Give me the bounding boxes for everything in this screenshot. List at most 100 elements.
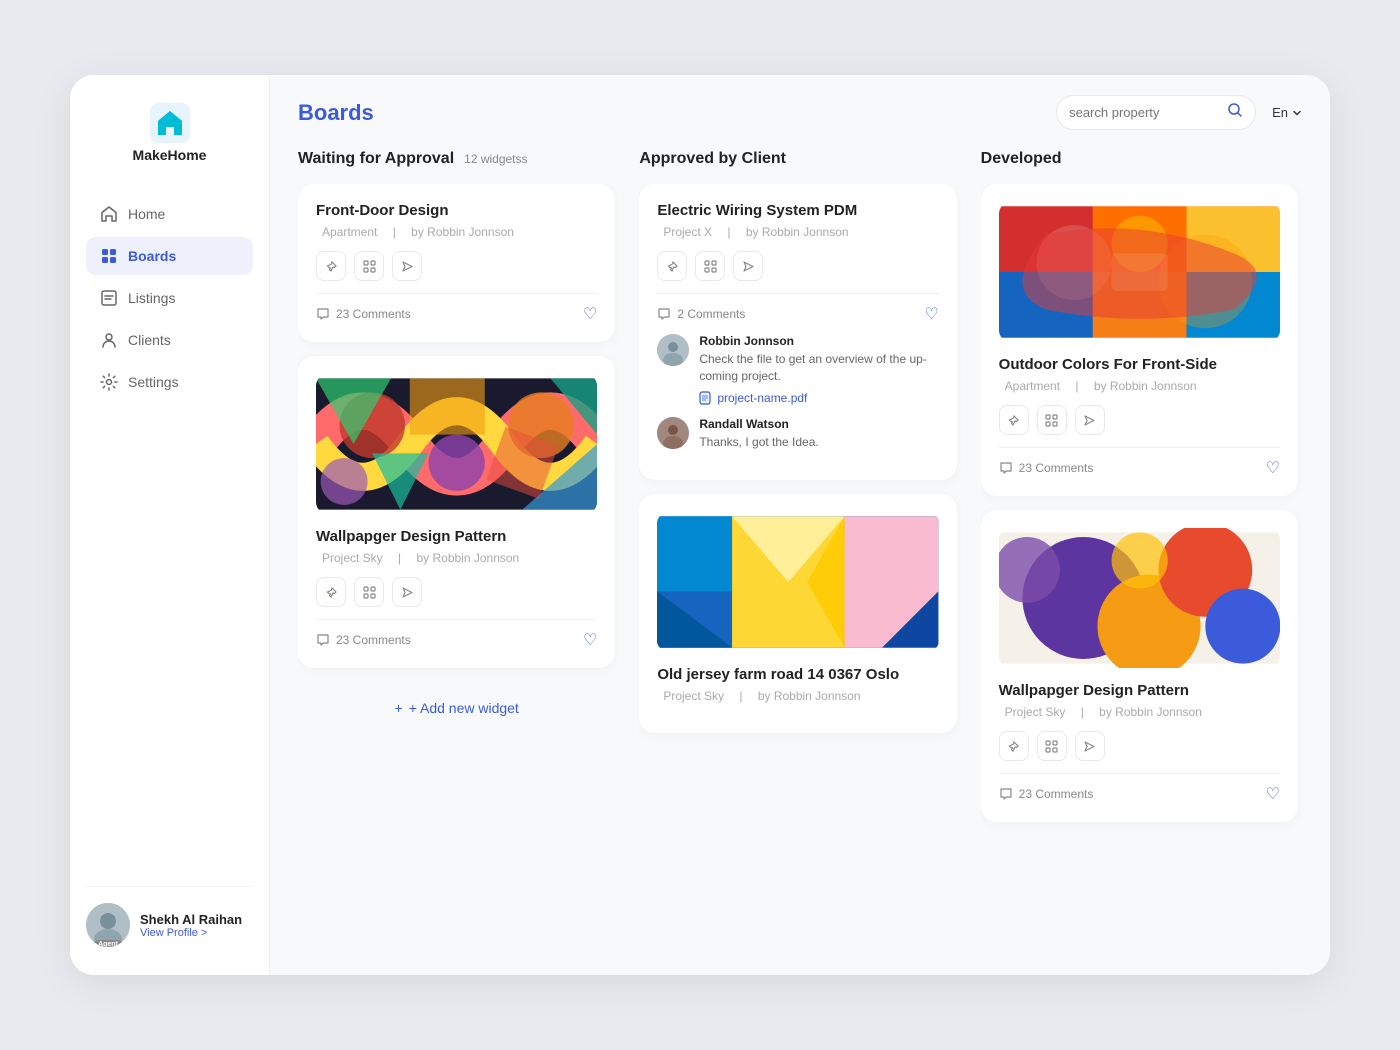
card-actions-5 [999,405,1280,435]
card-meta-6: Project Sky | by Robbin Jonnson [999,705,1280,719]
column-header-waiting: Waiting for Approval 12 widgetss [298,150,619,168]
card-comments-5: 23 Comments [999,461,1094,475]
card-image-6 [999,528,1280,668]
main-content: Boards En [270,75,1330,975]
nav-items: Home Boards [86,195,253,886]
sidebar-item-settings[interactable]: Settings [86,363,253,401]
thread-item-1: Robbin Jonnson Check the file to get an … [657,334,938,405]
card-comments-6: 23 Comments [999,787,1094,801]
heart-btn-6[interactable]: ♡ [1266,784,1280,804]
top-bar: Boards En [270,75,1330,150]
search-icon [1227,102,1243,123]
card-footer-6: 23 Comments ♡ [999,773,1280,804]
settings-icon [100,373,118,391]
language-label: En [1272,105,1288,120]
sidebar-item-boards[interactable]: Boards [86,237,253,275]
card-electric: Electric Wiring System PDM Project X | b… [639,184,956,480]
card-actions-2 [316,577,597,607]
pin-btn-2[interactable] [316,577,346,607]
card-outdoor: Outdoor Colors For Front-Side Apartment … [981,184,1298,496]
card-front-door: Front-Door Design Apartment | by Robbin … [298,184,615,342]
card-wallpaper-1: Wallpapger Design Pattern Project Sky | … [298,356,615,668]
pin-btn-3[interactable] [657,251,687,281]
column-developed: Developed [981,150,1302,955]
language-selector[interactable]: En [1272,105,1302,120]
boards-label: Boards [128,248,176,264]
app-container: MakeHome Home [70,75,1330,975]
column-cards-developed: Outdoor Colors For Front-Side Apartment … [981,184,1302,955]
agent-badge: Agent [94,940,122,947]
grid-btn-1[interactable] [354,251,384,281]
home-label: Home [128,206,165,222]
card-jersey: Old jersey farm road 14 0367 Oslo Projec… [639,494,956,733]
comment-icon [316,307,330,321]
heart-btn-1[interactable]: ♡ [583,304,597,324]
thread-avatar-1 [657,334,689,366]
send-btn-1[interactable] [392,251,422,281]
card-meta-1: Apartment | by Robbin Jonnson [316,225,597,239]
comment-icon-3 [657,307,671,321]
thread-avatar-2 [657,417,689,449]
card-image-4 [657,512,938,652]
search-bar [1056,95,1256,130]
card-title-6: Wallpapger Design Pattern [999,682,1280,699]
send-btn-6[interactable] [1075,731,1105,761]
comment-icon-5 [999,461,1013,475]
column-header-developed: Developed [981,150,1302,168]
card-comments-1: 23 Comments [316,307,411,321]
column-waiting: Waiting for Approval 12 widgetss Front-D… [298,150,619,955]
heart-btn-3[interactable]: ♡ [924,304,938,324]
card-meta-5: Apartment | by Robbin Jonnson [999,379,1280,393]
card-comments-3: 2 Comments [657,307,745,321]
file-icon [699,391,711,405]
grid-btn-5[interactable] [1037,405,1067,435]
card-meta-4: Project Sky | by Robbin Jonnson [657,689,938,703]
clients-label: Clients [128,332,171,348]
listings-label: Listings [128,290,175,306]
card-title-5: Outdoor Colors For Front-Side [999,356,1280,373]
logo-area: MakeHome [86,103,253,163]
card-meta-2: Project Sky | by Robbin Jonnson [316,551,597,565]
pin-btn-1[interactable] [316,251,346,281]
thread-content-2: Randall Watson Thanks, I got the Idea. [699,417,938,451]
column-title-approved: Approved by Client [639,150,786,168]
send-btn-5[interactable] [1075,405,1105,435]
grid-btn-3[interactable] [695,251,725,281]
pattern-art-1 [316,374,597,514]
pin-btn-6[interactable] [999,731,1029,761]
send-btn-2[interactable] [392,577,422,607]
sidebar-item-listings[interactable]: Listings [86,279,253,317]
card-footer-1: 23 Comments ♡ [316,293,597,324]
card-thread-3: Robbin Jonnson Check the file to get an … [657,334,938,450]
boards-icon [100,247,118,265]
listings-icon [100,289,118,307]
card-title-4: Old jersey farm road 14 0367 Oslo [657,666,938,683]
thread-text-1: Check the file to get an overview of the… [699,351,938,385]
thread-file-1[interactable]: project-name.pdf [699,391,938,405]
add-widget-label: + Add new widget [409,700,519,716]
heart-btn-2[interactable]: ♡ [583,630,597,650]
sidebar: MakeHome Home [70,75,270,975]
search-input[interactable] [1069,105,1221,120]
grid-btn-6[interactable] [1037,731,1067,761]
column-header-approved: Approved by Client [639,150,960,168]
circles-art [999,528,1280,668]
column-cards-approved: Electric Wiring System PDM Project X | b… [639,184,960,955]
heart-btn-5[interactable]: ♡ [1266,458,1280,478]
card-footer-2: 23 Comments ♡ [316,619,597,650]
sidebar-item-home[interactable]: Home [86,195,253,233]
view-profile-link[interactable]: View Profile > [140,927,253,939]
card-wallpaper-2: Wallpapger Design Pattern Project Sky | … [981,510,1298,822]
grid-btn-2[interactable] [354,577,384,607]
abstract-art [999,202,1280,342]
boards-content: Waiting for Approval 12 widgetss Front-D… [270,150,1330,975]
chevron-down-icon [1292,108,1302,118]
comment-icon-6 [999,787,1013,801]
add-widget-btn[interactable]: + + Add new widget [298,686,615,730]
sidebar-item-clients[interactable]: Clients [86,321,253,359]
user-info: Shekh Al Raihan View Profile > [140,912,253,939]
pin-btn-5[interactable] [999,405,1029,435]
avatar: Agent [86,903,130,947]
thread-name-1: Robbin Jonnson [699,334,938,348]
send-btn-3[interactable] [733,251,763,281]
